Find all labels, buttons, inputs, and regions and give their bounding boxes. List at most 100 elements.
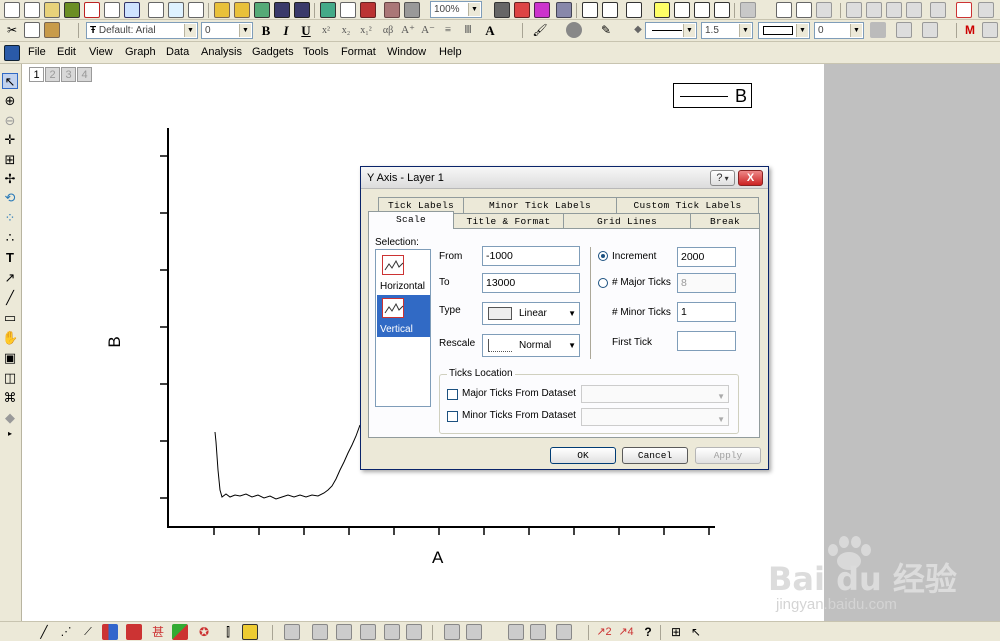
results-log-icon[interactable] — [654, 2, 670, 18]
increment-input[interactable]: 2000 — [677, 247, 736, 267]
batch-icon[interactable] — [404, 2, 420, 18]
column-align-icon[interactable]: Ⅲ — [460, 22, 476, 39]
help-question-icon[interactable]: ? — [640, 624, 656, 640]
plot-image-icon[interactable] — [406, 624, 422, 640]
superscript-button[interactable]: x² — [318, 22, 334, 39]
set-xy-icon[interactable] — [816, 2, 832, 18]
code-icon[interactable] — [714, 2, 730, 18]
major-dataset-select[interactable]: ▼ — [581, 385, 729, 403]
dialog-titlebar[interactable]: Y Axis - Layer 1 ? ▾ X — [361, 167, 768, 189]
cancel-button[interactable]: Cancel — [622, 447, 688, 464]
new-excel-workbook-icon[interactable] — [168, 2, 184, 18]
line-color-icon[interactable]: ✎ — [598, 22, 614, 38]
menu-data[interactable]: Data — [166, 46, 189, 58]
menu-edit[interactable]: Edit — [57, 46, 76, 58]
screen-reader-icon[interactable]: ✛ — [2, 132, 18, 148]
new-project-icon[interactable] — [4, 2, 20, 18]
decrease-font-button[interactable]: A⁻ — [420, 22, 436, 39]
zoom-out-icon[interactable]: ⊖ — [2, 113, 18, 129]
duplicate-icon[interactable] — [534, 2, 550, 18]
apply-button[interactable]: Apply — [695, 447, 761, 464]
ok-button[interactable]: OK — [550, 447, 616, 464]
pattern-color-icon[interactable] — [566, 22, 582, 38]
import-ascii-icon[interactable] — [320, 2, 336, 18]
merge-icon[interactable]: M — [962, 22, 978, 38]
insert-graph-icon[interactable]: ◫ — [2, 370, 18, 386]
tab-title-format[interactable]: Title & Format — [453, 213, 564, 229]
tab-grid-lines[interactable]: Grid Lines — [563, 213, 691, 229]
layer-add-icon[interactable] — [444, 624, 460, 640]
command-window-icon[interactable] — [602, 2, 618, 18]
color-scale-icon[interactable]: ↗4 — [618, 624, 634, 640]
increase-font-button[interactable]: A⁺ — [400, 22, 416, 39]
menu-format[interactable]: Format — [341, 46, 376, 58]
import-wizard-icon[interactable] — [360, 2, 376, 18]
new-matrix-icon[interactable] — [64, 2, 80, 18]
new-layout-icon[interactable] — [124, 2, 140, 18]
add-column-icon[interactable] — [740, 2, 756, 18]
bold-button[interactable]: B — [258, 22, 274, 39]
italic-button[interactable]: I — [278, 22, 294, 39]
close-button[interactable]: X — [738, 170, 763, 186]
from-input[interactable]: -1000 — [482, 246, 580, 266]
window-control-icon[interactable] — [4, 45, 20, 61]
menu-gadgets[interactable]: Gadgets — [252, 46, 294, 58]
border-style-combo[interactable]: ▼ — [758, 22, 810, 39]
filter-icon[interactable] — [930, 2, 946, 18]
open-excel-icon[interactable] — [254, 2, 270, 18]
plot-scatter-icon[interactable]: ⋰ — [58, 624, 74, 640]
draw-data-icon[interactable]: ∴ — [2, 230, 18, 246]
save-project-icon[interactable] — [274, 2, 290, 18]
pattern-icon[interactable] — [870, 22, 886, 38]
new-function-plot-icon[interactable] — [188, 2, 204, 18]
tab-scale[interactable]: Scale — [368, 211, 454, 229]
table-icon[interactable] — [922, 22, 938, 38]
font-size-combo[interactable]: 0 ▼ — [201, 22, 253, 39]
object-tool-icon[interactable]: ⌘ — [2, 390, 18, 406]
selection-horizontal[interactable]: Horizontal — [377, 252, 427, 294]
plot-area-icon[interactable] — [906, 2, 922, 18]
layer-arrange-icon[interactable] — [466, 624, 482, 640]
clear-filter-icon[interactable] — [956, 2, 972, 18]
fit-page-icon[interactable]: ⊞ — [668, 624, 684, 640]
layer-tab-1[interactable]: 1 — [29, 67, 44, 82]
major-ticks-radio[interactable] — [598, 278, 608, 288]
text-tool-icon[interactable]: T — [2, 250, 18, 266]
print-icon[interactable] — [494, 2, 510, 18]
save-window-icon[interactable] — [294, 2, 310, 18]
line-style-combo[interactable]: ▼ — [645, 22, 697, 39]
paste-icon[interactable] — [44, 22, 60, 38]
new-worksheet-icon[interactable] — [24, 2, 40, 18]
major-ticks-dataset-checkbox[interactable] — [447, 389, 458, 400]
plot-contour-icon[interactable] — [384, 624, 400, 640]
open-template-icon[interactable] — [234, 2, 250, 18]
sort-icon[interactable] — [796, 2, 812, 18]
arrow-tool-icon[interactable]: ↗ — [2, 270, 18, 286]
grid-icon[interactable] — [896, 22, 912, 38]
layer-extract-icon[interactable] — [556, 624, 572, 640]
plot-bar-icon[interactable] — [866, 2, 882, 18]
help-button[interactable]: ? ▾ — [710, 170, 735, 186]
menu-file[interactable]: File — [28, 46, 46, 58]
rescale-select[interactable]: Normal ▼ — [482, 334, 580, 357]
menu-tools[interactable]: Tools — [303, 46, 329, 58]
recalculate-icon[interactable] — [384, 2, 400, 18]
to-input[interactable]: 13000 — [482, 273, 580, 293]
menu-graph[interactable]: Graph — [125, 46, 156, 58]
plot-stacked-icon[interactable] — [312, 624, 328, 640]
mask-icon[interactable]: ⁘ — [2, 210, 18, 226]
smart-hint-icon[interactable] — [694, 2, 710, 18]
major-ticks-input[interactable]: 8 — [677, 273, 736, 293]
underline-button[interactable]: U — [298, 22, 314, 39]
refresh-icon[interactable] — [514, 2, 530, 18]
first-tick-input[interactable] — [677, 331, 736, 351]
plot-polar-icon[interactable]: ✪ — [196, 624, 212, 640]
tab-break[interactable]: Break — [690, 213, 760, 229]
minor-ticks-input[interactable]: 1 — [677, 302, 736, 322]
rotate-icon[interactable]: ⟲ — [2, 190, 18, 206]
plot-panel-icon[interactable] — [336, 624, 352, 640]
plot-matrix-icon[interactable] — [360, 624, 376, 640]
import-multiple-icon[interactable] — [340, 2, 356, 18]
minor-ticks-dataset-checkbox[interactable] — [447, 411, 458, 422]
zoom-combo[interactable]: 100% ▼ — [430, 1, 482, 18]
